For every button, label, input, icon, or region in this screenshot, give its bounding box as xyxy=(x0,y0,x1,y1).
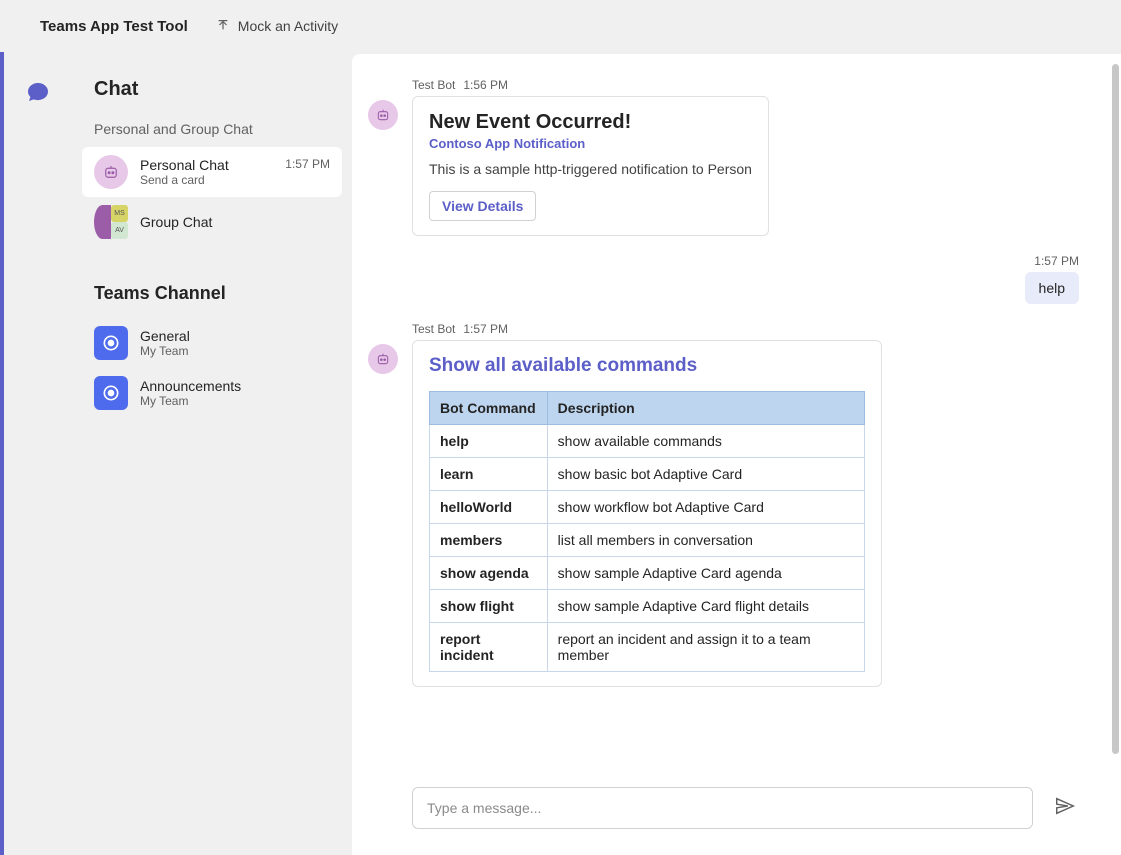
command-cell: show flight xyxy=(430,590,548,623)
message-meta: Test Bot 1:56 PM xyxy=(412,78,769,92)
channel-title: Announcements xyxy=(140,378,330,394)
arrow-up-icon xyxy=(216,18,230,35)
sidebar-item-announcements[interactable]: Announcements My Team xyxy=(82,368,342,418)
chat-item-title: Group Chat xyxy=(140,214,330,230)
user-bubble: help xyxy=(1025,272,1079,304)
card-title: New Event Occurred! xyxy=(429,111,752,134)
command-cell: learn xyxy=(430,458,548,491)
main: Chat Personal and Group Chat Personal Ch… xyxy=(0,52,1121,855)
message-body: Test Bot 1:57 PM Show all available comm… xyxy=(412,322,882,687)
message-time: 1:57 PM xyxy=(1034,254,1079,268)
chat-item-time: 1:57 PM xyxy=(285,157,330,171)
sidebar: Chat Personal and Group Chat Personal Ch… xyxy=(72,52,352,855)
scrollbar[interactable] xyxy=(1112,64,1119,754)
channel-sub: My Team xyxy=(140,394,330,408)
description-cell: show sample Adaptive Card flight details xyxy=(547,590,864,623)
bot-avatar-icon xyxy=(368,100,398,130)
description-cell: show sample Adaptive Card agenda xyxy=(547,557,864,590)
table-row: memberslist all members in conversation xyxy=(430,524,865,557)
message-time: 1:57 PM xyxy=(463,322,508,336)
compose-bar xyxy=(352,771,1121,855)
table-row: helpshow available commands xyxy=(430,425,865,458)
chat-item-text: Personal Chat Send a card xyxy=(140,157,273,187)
channel-text: General My Team xyxy=(140,328,330,358)
table-row: show flightshow sample Adaptive Card fli… xyxy=(430,590,865,623)
chat-item-title: Personal Chat xyxy=(140,157,273,173)
message-bot: Test Bot 1:56 PM New Event Occurred! Con… xyxy=(368,78,1079,236)
commands-table: Bot Command Description helpshow availab… xyxy=(429,391,865,672)
message-time: 1:56 PM xyxy=(463,78,508,92)
message-author: Test Bot xyxy=(412,78,455,92)
description-cell: show available commands xyxy=(547,425,864,458)
card-heading: Show all available commands xyxy=(429,355,865,377)
adaptive-card-commands: Show all available commands Bot Command … xyxy=(412,340,882,687)
sidebar-item-personal-chat[interactable]: Personal Chat Send a card 1:57 PM xyxy=(82,147,342,197)
chat-subheading: Personal and Group Chat xyxy=(82,115,342,147)
send-button[interactable] xyxy=(1051,794,1079,822)
message-bot: Test Bot 1:57 PM Show all available comm… xyxy=(368,322,1079,687)
description-cell: report an incident and assign it to a te… xyxy=(547,623,864,672)
view-details-button[interactable]: View Details xyxy=(429,191,536,221)
description-cell: list all members in conversation xyxy=(547,524,864,557)
channel-icon xyxy=(94,326,128,360)
command-cell: members xyxy=(430,524,548,557)
message-body: Test Bot 1:56 PM New Event Occurred! Con… xyxy=(412,78,769,236)
message-author: Test Bot xyxy=(412,322,455,336)
channel-icon xyxy=(94,376,128,410)
chat-item-sub: Send a card xyxy=(140,173,273,187)
nav-rail xyxy=(0,52,72,855)
channel-heading: Teams Channel xyxy=(82,247,342,318)
message-meta: Test Bot 1:57 PM xyxy=(412,322,882,336)
message-input[interactable] xyxy=(412,787,1033,829)
adaptive-card: New Event Occurred! Contoso App Notifica… xyxy=(412,96,769,236)
command-cell: help xyxy=(430,425,548,458)
table-row: learnshow basic bot Adaptive Card xyxy=(430,458,865,491)
description-cell: show workflow bot Adaptive Card xyxy=(547,491,864,524)
topbar: Teams App Test Tool Mock an Activity xyxy=(0,0,1121,52)
chat-item-text: Group Chat xyxy=(140,214,330,230)
group-avatar-icon: MS AV xyxy=(94,205,128,239)
message-list[interactable]: Test Bot 1:56 PM New Event Occurred! Con… xyxy=(352,54,1121,771)
bot-avatar-icon xyxy=(94,155,128,189)
chat-rail-icon[interactable] xyxy=(20,74,56,110)
command-cell: report incident xyxy=(430,623,548,672)
channel-text: Announcements My Team xyxy=(140,378,330,408)
card-body: This is a sample http-triggered notifica… xyxy=(429,161,752,177)
user-message-wrap: 1:57 PM help xyxy=(1025,254,1079,304)
bot-avatar-icon xyxy=(368,344,398,374)
table-header: Description xyxy=(547,392,864,425)
table-row: show agendashow sample Adaptive Card age… xyxy=(430,557,865,590)
sidebar-item-general[interactable]: General My Team xyxy=(82,318,342,368)
command-cell: show agenda xyxy=(430,557,548,590)
chat-content: Test Bot 1:56 PM New Event Occurred! Con… xyxy=(352,54,1121,855)
sidebar-item-group-chat[interactable]: MS AV Group Chat xyxy=(82,197,342,247)
message-user: 1:57 PM help xyxy=(368,254,1079,304)
mock-activity-label: Mock an Activity xyxy=(238,18,338,34)
mock-activity-button[interactable]: Mock an Activity xyxy=(216,18,338,35)
chat-heading: Chat xyxy=(82,72,342,115)
table-header: Bot Command xyxy=(430,392,548,425)
table-row: helloWorldshow workflow bot Adaptive Car… xyxy=(430,491,865,524)
card-subtitle: Contoso App Notification xyxy=(429,136,752,151)
description-cell: show basic bot Adaptive Card xyxy=(547,458,864,491)
send-icon xyxy=(1054,795,1076,822)
channel-sub: My Team xyxy=(140,344,330,358)
table-row: report incidentreport an incident and as… xyxy=(430,623,865,672)
app-title: Teams App Test Tool xyxy=(40,18,188,35)
channel-title: General xyxy=(140,328,330,344)
command-cell: helloWorld xyxy=(430,491,548,524)
